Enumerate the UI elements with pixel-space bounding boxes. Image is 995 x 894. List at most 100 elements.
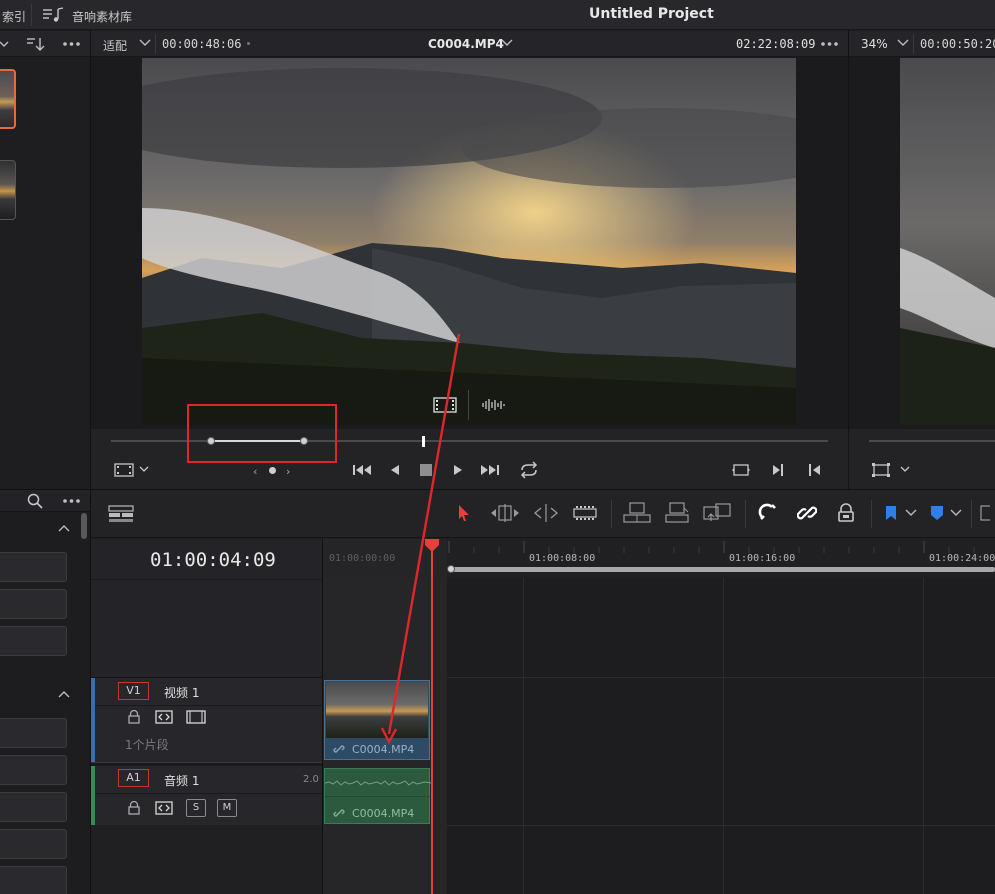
audio-track-tag[interactable]: A1 <box>118 769 149 787</box>
divider <box>91 579 322 580</box>
blade-icon[interactable] <box>573 505 597 521</box>
timeline-video-frame[interactable] <box>900 58 995 425</box>
grid-line <box>923 578 924 894</box>
panel-field-5[interactable] <box>0 755 67 785</box>
timeline-zoom-bar[interactable] <box>451 567 995 572</box>
video-clip-count: 1个片段 <box>125 738 169 752</box>
chevron-down-icon[interactable] <box>950 509 962 517</box>
track-color-strip <box>91 766 95 825</box>
dot-indicator <box>247 42 250 45</box>
insert-clip-icon[interactable] <box>622 502 652 524</box>
lock-icon[interactable] <box>127 710 141 724</box>
source-viewer-header: 适配 00:00:48:06 C0004.MP4 02:22:08:09 <box>91 31 848 57</box>
chevron-down-icon[interactable] <box>139 38 151 48</box>
panel-field-3[interactable] <box>0 626 67 656</box>
annotation-arrow <box>380 333 461 745</box>
source-timecode-right: 02:22:08:09 <box>736 37 816 51</box>
ellipsis-icon[interactable] <box>820 41 840 47</box>
prev-page-icon[interactable]: ‹ <box>253 465 257 478</box>
timeline-viewer-header: 34% 00:00:50:20 <box>849 31 995 57</box>
disable-video-track-icon[interactable] <box>186 710 206 724</box>
go-to-end-icon[interactable] <box>480 463 500 477</box>
auto-track-select-icon[interactable] <box>155 710 173 724</box>
search-icon[interactable] <box>27 493 43 509</box>
ellipsis-icon[interactable] <box>62 498 82 504</box>
audio-only-icon[interactable] <box>481 397 507 413</box>
mark-in-icon[interactable] <box>771 463 785 477</box>
media-thumbnail-selected[interactable] <box>0 69 16 129</box>
grid-line <box>723 578 724 894</box>
left-lower-header <box>0 490 90 512</box>
link-icon[interactable] <box>797 503 817 523</box>
index-tab-label[interactable]: 索引 <box>2 8 26 25</box>
solo-button[interactable]: S <box>186 799 206 817</box>
trim-edit-icon[interactable] <box>490 504 520 522</box>
dynamic-trim-icon[interactable] <box>532 504 560 522</box>
chevron-down-icon[interactable] <box>897 38 909 48</box>
chevron-up-icon[interactable] <box>58 523 70 533</box>
fit-dropdown[interactable]: 适配 <box>103 37 127 54</box>
ellipsis-icon[interactable] <box>62 41 82 47</box>
timeline-transport-area <box>849 429 995 489</box>
mute-button[interactable]: M <box>217 799 237 817</box>
divider <box>871 500 872 528</box>
match-frame-icon[interactable] <box>731 462 751 478</box>
ruler-label: 01:00:08:00 <box>529 553 596 564</box>
viewer-mode-icon[interactable] <box>872 463 912 477</box>
auto-track-select-icon[interactable] <box>155 801 173 815</box>
flag-icon[interactable] <box>885 505 897 521</box>
page-dot <box>269 467 276 474</box>
panel-field-8[interactable] <box>0 866 67 894</box>
replace-clip-icon[interactable] <box>702 502 732 524</box>
video-track-name[interactable]: 视频 1 <box>164 684 199 701</box>
ruler-label: 01:00:16:00 <box>729 553 796 564</box>
timeline-current-timecode: 01:00:04:09 <box>150 549 276 571</box>
audio-track-name[interactable]: 音频 1 <box>164 772 199 789</box>
zoom-dropdown[interactable]: 34% <box>861 37 888 51</box>
magnet-icon[interactable] <box>758 503 778 523</box>
panel-field-2[interactable] <box>0 589 67 619</box>
panel-field-1[interactable] <box>0 552 67 582</box>
go-to-start-icon[interactable] <box>352 463 372 477</box>
lock-icon[interactable] <box>127 801 141 815</box>
chevron-up-icon[interactable] <box>58 689 70 699</box>
music-list-icon[interactable] <box>42 7 64 23</box>
annotation-highlight-box <box>187 404 337 463</box>
timeline-toolbar <box>91 490 995 538</box>
overwrite-clip-icon[interactable] <box>664 502 690 524</box>
divider <box>95 793 322 794</box>
ruler-label: 01:00:24:00 <box>929 553 995 564</box>
panel-field-7[interactable] <box>0 829 67 859</box>
video-track-tag[interactable]: V1 <box>118 682 149 700</box>
timeline-track-area[interactable] <box>447 578 995 894</box>
position-lock-icon[interactable] <box>980 505 990 521</box>
scrollbar-thumb[interactable] <box>81 513 87 539</box>
divider <box>325 796 431 797</box>
media-thumbnail[interactable] <box>0 160 16 220</box>
chevron-down-icon[interactable] <box>0 37 10 51</box>
timeline-viewer-timecode: 00:00:50:20 <box>920 37 995 51</box>
sound-library-tab[interactable]: 音响素材库 <box>72 8 132 25</box>
track-color-strip <box>91 678 95 763</box>
chevron-down-icon[interactable] <box>501 38 513 48</box>
clip-name-dropdown[interactable]: C0004.MP4 <box>428 37 504 51</box>
panel-field-6[interactable] <box>0 792 67 822</box>
mark-out-icon[interactable] <box>808 463 822 477</box>
divider <box>971 500 972 528</box>
track-line <box>447 677 995 678</box>
chevron-down-icon[interactable] <box>905 509 917 517</box>
grid-line <box>523 578 524 894</box>
track-line <box>447 825 995 826</box>
timeline-view-options-icon[interactable] <box>108 505 134 523</box>
lock-icon[interactable] <box>837 503 855 523</box>
marker-icon[interactable] <box>930 505 944 521</box>
clip-view-icon[interactable] <box>114 463 150 477</box>
divider <box>913 34 914 54</box>
timeline-scrubber-track[interactable] <box>869 440 995 442</box>
loop-icon[interactable] <box>518 461 540 479</box>
next-page-icon[interactable]: › <box>286 465 290 478</box>
audio-clip[interactable]: C0004.MP4 <box>324 768 431 824</box>
panel-field-4[interactable] <box>0 718 67 748</box>
divider <box>95 705 322 706</box>
sort-icon[interactable] <box>26 36 46 52</box>
